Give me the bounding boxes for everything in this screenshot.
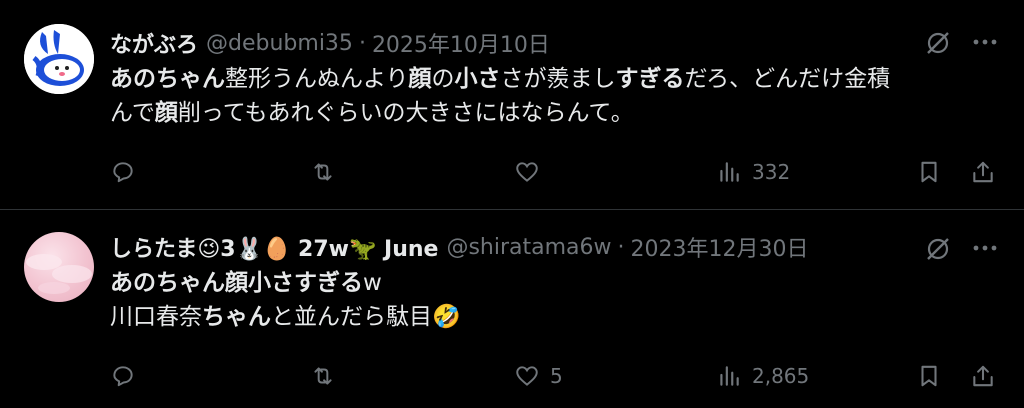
tweet-text-line-1: あのちゃん顔小さすぎるw	[110, 266, 461, 300]
tweet-text-line-2: んで顔削ってもあれぐらいの大きさにはならんて。	[110, 96, 890, 130]
views-button[interactable]: 2,865	[716, 361, 809, 391]
tweet-header: しらたま😉3🐰🥚 27w🦖 June @shiratama6w · 2023年1…	[110, 231, 809, 263]
tweet-text: あのちゃん顔小さすぎるw 川口春奈ちゃんと並んだら駄目🤣	[110, 266, 461, 334]
action-bar: 332	[108, 157, 1008, 187]
text-segment: 整形うんぬんより	[225, 66, 409, 92]
avatar[interactable]	[24, 232, 94, 302]
more-icon[interactable]	[970, 236, 1000, 260]
display-name[interactable]: しらたま😉3🐰🥚 27w🦖 June	[110, 231, 438, 263]
like-count: 5	[550, 364, 563, 388]
bold-text-segment: あのちゃん顔小さすぎる	[110, 270, 363, 296]
reply-icon	[113, 366, 133, 387]
tweet-date[interactable]: 2023年12月30日	[631, 231, 809, 263]
grok-icon[interactable]	[925, 30, 951, 56]
bold-text-segment: すぎる	[615, 66, 685, 92]
tweet-text-line-2: 川口春奈ちゃんと並んだら駄目🤣	[110, 300, 461, 334]
like-button[interactable]	[514, 157, 550, 187]
text-segment: 川口春奈	[110, 304, 202, 330]
like-icon	[516, 162, 538, 182]
text-segment: だろ、どんだけ金積	[684, 66, 891, 92]
reply-button[interactable]	[110, 157, 146, 187]
separator-dot: ·	[617, 234, 625, 260]
text-segment: んで	[110, 100, 155, 126]
views-icon	[720, 366, 739, 386]
reply-button[interactable]	[110, 361, 146, 391]
retweet-button[interactable]	[310, 157, 346, 187]
tweet-date[interactable]: 2025年10月10日	[372, 27, 550, 59]
retweet-icon	[314, 163, 332, 181]
bold-text-segment: 小さ	[454, 66, 501, 92]
share-icon	[973, 365, 993, 387]
text-segment: 削ってもあれぐらいの大きさにはならんて。	[177, 100, 634, 126]
grok-icon[interactable]	[925, 236, 951, 262]
view-count: 2,865	[752, 364, 810, 388]
bookmark-button[interactable]	[916, 361, 942, 391]
bookmark-icon	[921, 161, 937, 183]
views-icon	[720, 162, 739, 182]
rabbit-avatar-icon	[24, 24, 94, 94]
share-button[interactable]	[970, 361, 996, 391]
avatar[interactable]	[24, 24, 94, 94]
tweet-text-line-1: あのちゃん整形うんぬんより顔の小ささが羨ましすぎるだろ、どんだけ金積	[110, 62, 890, 96]
share-button[interactable]	[970, 157, 996, 187]
text-segment: の	[431, 66, 455, 92]
bold-text-segment: あのちゃん	[110, 66, 225, 92]
bold-text-segment: 顔	[408, 66, 432, 92]
pink-cloud-avatar	[26, 254, 92, 294]
retweet-button[interactable]	[310, 361, 346, 391]
bookmark-icon	[921, 365, 937, 387]
more-icon[interactable]	[970, 30, 1000, 54]
reply-icon	[113, 162, 133, 183]
bold-text-segment: ちゃん	[202, 304, 271, 330]
tweet-1[interactable]: ながぶろ @debubmi35 · 2025年10月10日 あのちゃん整形うんぬ…	[0, 0, 1024, 209]
separator-dot: ·	[358, 30, 366, 56]
like-icon	[516, 366, 538, 386]
user-handle[interactable]: @shiratama6w	[446, 235, 611, 260]
bookmark-button[interactable]	[916, 157, 942, 187]
action-bar: 5 2,865	[108, 361, 1008, 391]
like-button[interactable]: 5	[514, 361, 563, 391]
user-handle[interactable]: @debubmi35	[206, 31, 353, 56]
share-icon	[973, 161, 993, 183]
text-segment: と並んだら駄目🤣	[271, 304, 461, 330]
tweet-text: あのちゃん整形うんぬんより顔の小ささが羨ましすぎるだろ、どんだけ金積 んで顔削っ…	[110, 62, 890, 130]
views-button[interactable]: 332	[716, 157, 790, 187]
tweet-header: ながぶろ @debubmi35 · 2025年10月10日	[110, 27, 550, 59]
display-name[interactable]: ながぶろ	[110, 27, 198, 59]
text-segment: w	[363, 270, 382, 296]
bold-text-segment: 顔	[154, 100, 178, 126]
text-segment: さが羨まし	[500, 66, 616, 92]
view-count: 332	[752, 160, 791, 184]
tweet-2[interactable]: しらたま😉3🐰🥚 27w🦖 June @shiratama6w · 2023年1…	[0, 210, 1024, 408]
retweet-icon	[314, 367, 332, 385]
